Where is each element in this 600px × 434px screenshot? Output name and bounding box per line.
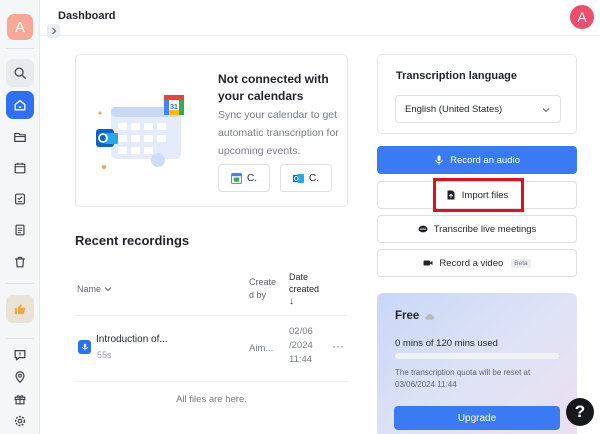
rail-divider [6, 48, 34, 49]
gift-icon [14, 395, 26, 405]
recording-date: 02/06 /2024 11:44 [289, 326, 313, 365]
import-files-highlight-box [433, 178, 524, 212]
settings-button[interactable] [6, 407, 34, 434]
transcribe-live-label: Transcribe live meetings [433, 223, 537, 235]
feedback-icon [14, 350, 26, 361]
trash-icon [15, 256, 25, 268]
live-meeting-icon [418, 225, 428, 233]
chevron-down-icon [542, 108, 550, 113]
sidebar-item-tasks[interactable] [6, 185, 34, 213]
calendar-connect-card: 31 Not connected with your calendars Syn… [75, 54, 348, 207]
plan-card: Free 0 mins of 120 mins used The transcr… [377, 293, 577, 434]
transcribe-live-meetings-button[interactable]: Transcribe live meetings [377, 215, 577, 243]
language-selected-value: English (United States) [405, 103, 503, 115]
recent-recordings-heading: Recent recordings [75, 233, 190, 248]
task-list-icon [15, 193, 25, 205]
outlook-icon [293, 173, 304, 183]
transcription-language-title: Transcription language [396, 70, 518, 82]
table-divider [75, 315, 348, 316]
rail-divider [6, 283, 34, 284]
home-icon [14, 99, 26, 111]
plan-reset-note: The transcription quota will be reset at… [395, 368, 531, 389]
column-date-label: Date created [289, 272, 320, 294]
workspace-avatar[interactable]: A [7, 14, 33, 40]
sidebar-item-calendar[interactable] [6, 154, 34, 182]
upgrade-button[interactable]: Upgrade [394, 406, 560, 430]
sidebar-item-notes[interactable] [6, 216, 34, 244]
language-select[interactable]: English (United States) [395, 95, 561, 123]
video-camera-icon [423, 260, 433, 266]
calendar-card-title: Not connected with your calendars [218, 72, 329, 103]
sidebar-item-files[interactable] [6, 123, 34, 151]
folder-icon [14, 132, 26, 142]
chevron-down-icon [104, 287, 112, 292]
plan-usage-progress [395, 353, 559, 359]
recording-duration: 55s [97, 350, 112, 360]
microphone-icon [435, 155, 443, 165]
settings-icon [14, 415, 26, 427]
sidebar-item-reward[interactable] [6, 295, 34, 323]
more-options-button[interactable]: ··· [332, 339, 344, 353]
record-audio-button[interactable]: Record an audio [377, 146, 577, 174]
plan-usage-text: 0 mins of 120 mins used [395, 338, 498, 349]
thumbs-up-icon [14, 304, 26, 315]
record-video-label: Record a video [439, 257, 504, 269]
column-header-name[interactable]: Name [77, 284, 112, 294]
transcription-language-card: Transcription language English (United S… [377, 54, 577, 134]
recording-creator: Aim... [249, 343, 274, 354]
left-rail: A [0, 0, 40, 434]
user-avatar[interactable]: A [570, 5, 594, 29]
header-divider [40, 35, 600, 36]
sidebar-item-trash[interactable] [6, 248, 34, 276]
cloud-icon [425, 313, 435, 320]
calendar-icon [14, 162, 26, 174]
google-calendar-icon [231, 172, 242, 184]
all-files-link[interactable]: All files are here. [75, 394, 348, 405]
sort-down-arrow-icon: ↓ [289, 296, 294, 307]
svg-text:31: 31 [170, 104, 178, 111]
record-video-button[interactable]: Record a video Beta [377, 249, 577, 277]
recording-title[interactable]: Introduction of... [96, 334, 168, 345]
column-header-created-by: Create d by [249, 277, 277, 300]
plan-name: Free [395, 310, 420, 322]
location-pin-icon [15, 371, 25, 384]
plan-title: Free [395, 310, 435, 322]
recording-mic-icon [78, 340, 91, 354]
google-button-label: C. [247, 172, 257, 184]
document-icon [15, 224, 25, 236]
column-header-date-created[interactable]: Date created ↓ [289, 271, 323, 308]
help-button[interactable]: ? [566, 398, 594, 426]
page-title: Dashboard [58, 10, 116, 22]
outlook-button-label: C. [309, 172, 319, 184]
connect-outlook-calendar-button[interactable]: C. [280, 164, 332, 192]
chevron-right-icon [51, 27, 56, 35]
table-divider [75, 381, 348, 382]
rail-divider [6, 338, 34, 339]
record-audio-label: Record an audio [450, 154, 520, 166]
column-name-label: Name [77, 284, 102, 294]
search-icon [14, 67, 26, 79]
calendar-illustration-icon: 31 [96, 95, 185, 169]
connect-google-calendar-button[interactable]: C. [218, 164, 270, 192]
calendar-card-description: Sync your calendar to get automatic tran… [218, 109, 339, 157]
search-button[interactable] [6, 59, 34, 87]
sidebar-item-home[interactable] [6, 91, 34, 119]
beta-badge: Beta [511, 258, 531, 268]
